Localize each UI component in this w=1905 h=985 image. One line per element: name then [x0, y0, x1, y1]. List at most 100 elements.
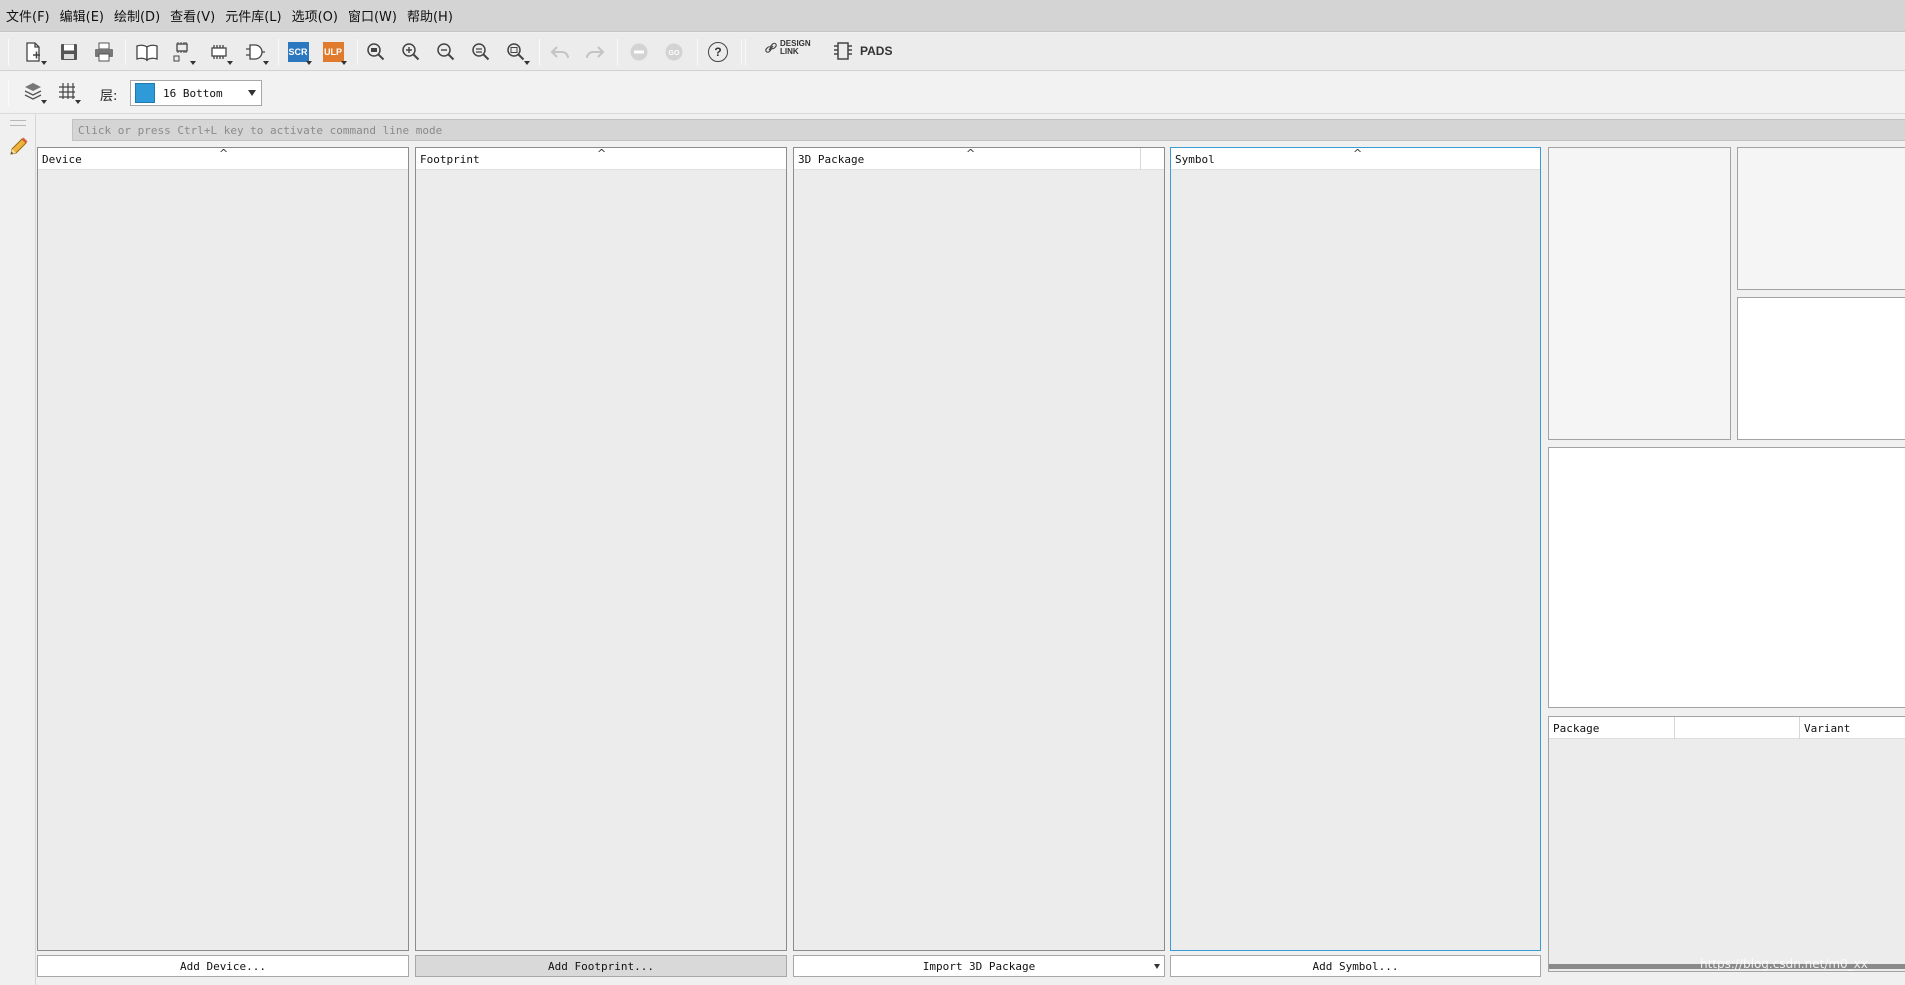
- layers-icon: [24, 83, 42, 100]
- stop-icon: [630, 43, 648, 61]
- grid-button[interactable]: [52, 76, 82, 106]
- pads-button[interactable]: PADS: [832, 41, 892, 61]
- menu-library[interactable]: 元件库(L): [223, 6, 287, 25]
- chevron-down-icon: [248, 90, 256, 96]
- package-view-icon: [211, 45, 227, 59]
- left-tool-strip: [0, 114, 36, 985]
- pads-label: PADS: [860, 44, 893, 58]
- go-icon: GO: [665, 43, 683, 61]
- save-button[interactable]: [54, 37, 84, 67]
- device-list-header[interactable]: Device ^: [38, 147, 408, 170]
- menu-file[interactable]: 文件(F): [4, 6, 56, 25]
- layer-color-swatch: [135, 83, 155, 103]
- menu-draw[interactable]: 绘制(D): [112, 6, 166, 25]
- footprint-list-header[interactable]: Footprint ^: [416, 147, 786, 170]
- package3d-list-panel[interactable]: 3D Package ^: [793, 147, 1165, 951]
- toolbar-separator: [697, 39, 698, 65]
- variant-table[interactable]: Package Variant: [1548, 716, 1905, 972]
- print-icon: [95, 42, 113, 62]
- layer-select[interactable]: 16 Bottom: [130, 80, 262, 106]
- library-book-icon: [136, 44, 158, 62]
- stop-button[interactable]: [624, 37, 654, 67]
- design-link-line2: LINK: [780, 47, 799, 56]
- symbol-view-icon: [246, 44, 265, 60]
- undo-button[interactable]: [545, 37, 575, 67]
- menu-window[interactable]: 窗口(W): [346, 6, 403, 25]
- menu-edit[interactable]: 编辑(E): [58, 6, 110, 25]
- package3d-list-header[interactable]: 3D Package ^: [794, 147, 1164, 170]
- package-preview-box: [1548, 447, 1905, 708]
- add-symbol-button[interactable]: Add Symbol...: [1170, 955, 1541, 977]
- help-icon: ?: [708, 42, 728, 62]
- package-view-button[interactable]: [204, 37, 234, 67]
- footprint-column-title: Footprint: [420, 153, 480, 166]
- undo-icon: [550, 46, 569, 59]
- zoom-in-button[interactable]: [396, 37, 426, 67]
- strip-drag-handle[interactable]: [10, 120, 26, 126]
- description-preview-box: [1737, 147, 1905, 290]
- menu-help[interactable]: 帮助(H): [405, 6, 459, 25]
- zoom-out-button[interactable]: [431, 37, 461, 67]
- layer-label: 层:: [100, 89, 118, 104]
- column-divider[interactable]: [1799, 717, 1800, 739]
- add-device-label: Add Device...: [179, 959, 267, 973]
- chevron-down-icon[interactable]: [1154, 964, 1160, 969]
- help-label: ?: [714, 45, 722, 59]
- toolbar-separator: [617, 39, 618, 65]
- redo-button[interactable]: [580, 37, 610, 67]
- scr-label: SCR: [288, 47, 308, 57]
- design-link-button[interactable]: DESIGN LINK: [764, 40, 811, 56]
- variant-table-header: Package Variant: [1549, 717, 1905, 739]
- library-book-button[interactable]: [132, 37, 162, 67]
- help-button[interactable]: ?: [703, 37, 733, 67]
- symbol-list-header[interactable]: Symbol ^: [1171, 147, 1540, 170]
- zoom-select-button[interactable]: [501, 37, 531, 67]
- command-line-input[interactable]: Click or press Ctrl+L key to activate co…: [72, 119, 1905, 141]
- scr-script-icon: SCR: [287, 42, 309, 62]
- scr-script-button[interactable]: SCR: [283, 37, 313, 67]
- toolbar-separator: [745, 39, 746, 65]
- zoom-fit-button[interactable]: [361, 37, 391, 67]
- draw-tool-button[interactable]: [7, 136, 29, 162]
- layer-value: 16 Bottom: [163, 86, 223, 100]
- grid-icon: [59, 83, 75, 99]
- ulp-button[interactable]: ULP: [318, 37, 348, 67]
- zoom-prev-button[interactable]: [466, 37, 496, 67]
- layer-toolbar: 层: 16 Bottom: [0, 72, 1905, 114]
- device-view-button[interactable]: [167, 37, 197, 67]
- add-device-button[interactable]: Add Device...: [37, 955, 409, 977]
- variant-column-header[interactable]: Variant: [1804, 722, 1850, 735]
- save-icon: [61, 44, 77, 60]
- toolbar-separator: [357, 39, 358, 65]
- device-list-panel[interactable]: Device ^: [37, 147, 409, 951]
- import-3d-package-label: Import 3D Package: [922, 959, 1036, 973]
- sort-caret-icon: ^: [1353, 147, 1363, 160]
- print-button[interactable]: [89, 37, 119, 67]
- sort-caret-icon: ^: [597, 147, 607, 160]
- column-divider[interactable]: [1674, 717, 1675, 739]
- device-preview-box: [1548, 147, 1731, 440]
- package-column-header[interactable]: Package: [1553, 722, 1599, 735]
- menu-view[interactable]: 查看(V): [168, 6, 221, 25]
- command-line-placeholder: Click or press Ctrl+L key to activate co…: [78, 123, 443, 137]
- import-3d-package-button[interactable]: Import 3D Package: [793, 955, 1165, 977]
- zoom-out-icon: [437, 43, 455, 61]
- new-file-button[interactable]: [18, 37, 48, 67]
- column-divider[interactable]: [1140, 148, 1141, 170]
- design-link-icon: [765, 42, 777, 53]
- device-view-icon: [173, 42, 188, 62]
- menu-options[interactable]: 选项(O): [290, 6, 344, 25]
- toolbar-separator: [8, 80, 9, 106]
- symbol-view-button[interactable]: [240, 37, 270, 67]
- toolbar-separator: [278, 39, 279, 65]
- new-file-icon: [26, 42, 40, 62]
- footprint-list-panel[interactable]: Footprint ^: [415, 147, 787, 951]
- zoom-fit-icon: [367, 43, 385, 61]
- svg-text:GO: GO: [669, 50, 680, 57]
- symbol-list-panel[interactable]: Symbol ^: [1170, 147, 1541, 951]
- go-button[interactable]: GO: [659, 37, 689, 67]
- add-footprint-button[interactable]: Add Footprint...: [415, 955, 787, 977]
- layer-settings-button[interactable]: [18, 76, 48, 106]
- add-symbol-label: Add Symbol...: [1312, 959, 1399, 973]
- sort-caret-icon: ^: [219, 147, 229, 160]
